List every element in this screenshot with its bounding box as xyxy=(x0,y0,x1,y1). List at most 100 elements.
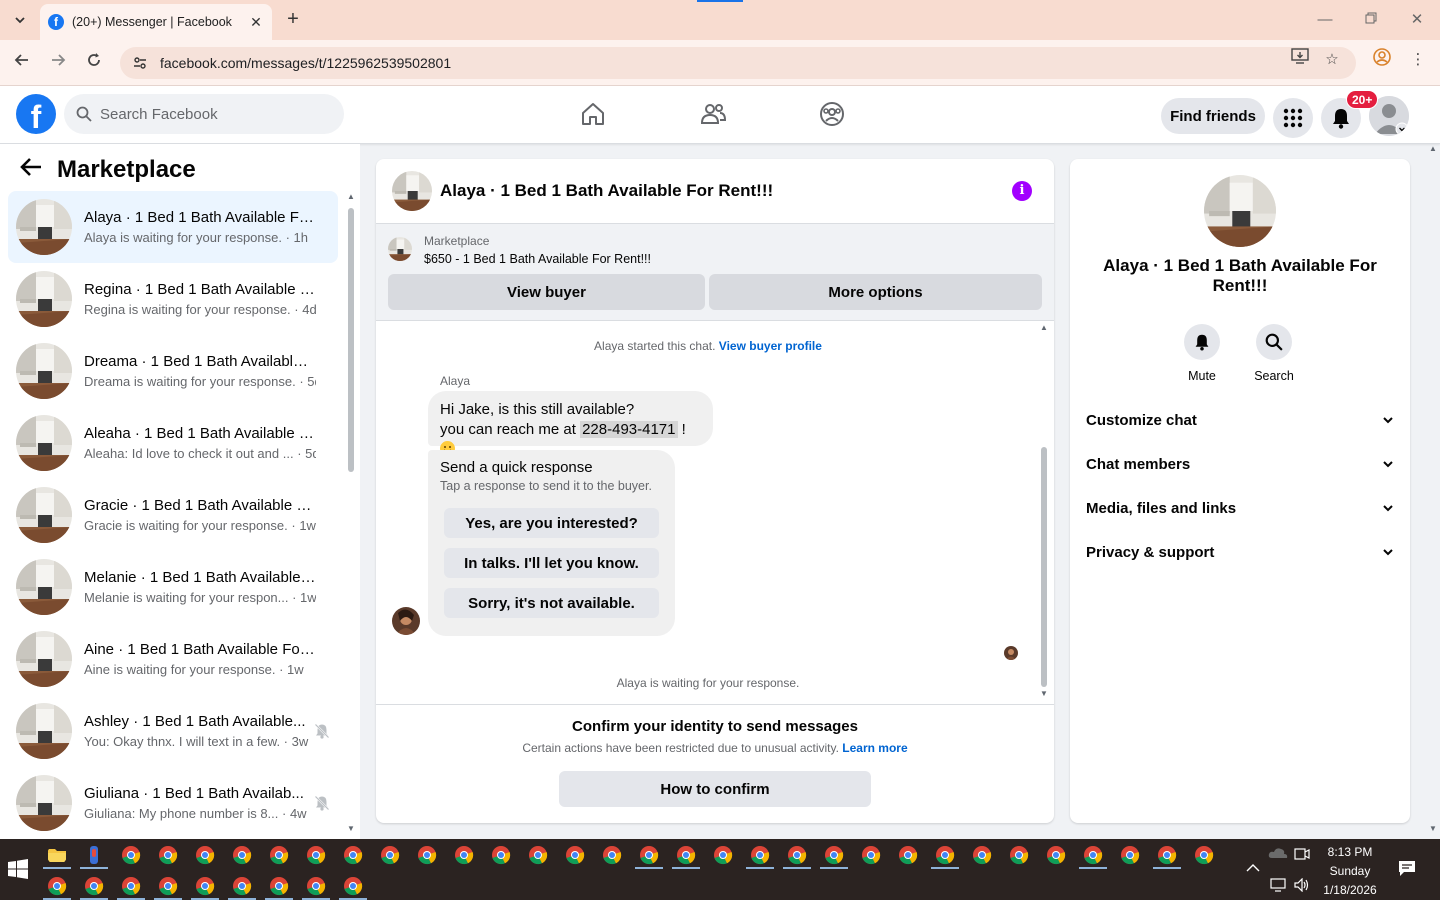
restore-window-icon[interactable] xyxy=(1359,8,1383,32)
chrome-icon[interactable] xyxy=(454,845,474,865)
chrome-icon[interactable] xyxy=(491,845,511,865)
app-mic-icon[interactable] xyxy=(84,845,104,865)
chrome-icon[interactable] xyxy=(972,845,992,865)
sender-avatar[interactable] xyxy=(392,607,420,635)
chrome-icon[interactable] xyxy=(158,876,178,896)
chat-scroll-up-arrow[interactable]: ▲ xyxy=(1039,323,1049,332)
scroll-down-arrow[interactable]: ▼ xyxy=(346,824,356,833)
media-files-links-section[interactable]: Media, files and links xyxy=(1086,490,1394,526)
scroll-up-arrow[interactable]: ▲ xyxy=(346,192,356,201)
chrome-icon[interactable] xyxy=(232,845,252,865)
browser-menu-icon[interactable]: ⋮ xyxy=(1406,48,1430,72)
chrome-icon[interactable] xyxy=(824,845,844,865)
menu-grid-button[interactable] xyxy=(1273,98,1313,138)
chrome-icon[interactable] xyxy=(269,845,289,865)
profile-icon[interactable] xyxy=(1370,48,1394,72)
show-hidden-icons-chevron-icon[interactable] xyxy=(1246,863,1260,873)
mute-action[interactable]: Mute xyxy=(1167,324,1237,383)
chrome-icon[interactable] xyxy=(713,845,733,865)
view-buyer-profile-link[interactable]: View buyer profile xyxy=(719,339,822,353)
windows-start-icon[interactable] xyxy=(8,859,28,879)
incoming-message-bubble[interactable]: Hi Jake, is this still available? you ca… xyxy=(428,391,713,456)
conversation-item[interactable]: Alaya · 1 Bed 1 Bath Available Fo... Alay… xyxy=(8,191,338,263)
file-explorer-icon[interactable] xyxy=(47,845,67,865)
page-scroll-up-arrow[interactable]: ▲ xyxy=(1429,144,1437,153)
chrome-icon[interactable] xyxy=(121,845,141,865)
page-scrollbar[interactable]: ▲ ▼ xyxy=(1428,144,1440,839)
chrome-icon[interactable] xyxy=(1120,845,1140,865)
chrome-icon[interactable] xyxy=(787,845,807,865)
chrome-icon[interactable] xyxy=(158,845,178,865)
scrollbar-thumb[interactable] xyxy=(348,208,354,472)
back-icon[interactable] xyxy=(10,51,34,75)
chrome-icon[interactable] xyxy=(269,876,289,896)
conversation-item[interactable]: Regina · 1 Bed 1 Bath Available F... Regi… xyxy=(8,263,338,335)
groups-icon[interactable] xyxy=(818,100,846,128)
facebook-logo-icon[interactable]: f xyxy=(16,94,56,134)
quick-reply-not-available-button[interactable]: Sorry, it's not available. xyxy=(444,588,659,618)
onedrive-cloud-icon[interactable] xyxy=(1268,847,1288,859)
chrome-icon[interactable] xyxy=(639,845,659,865)
forward-icon[interactable] xyxy=(46,51,70,75)
notification-center-icon[interactable] xyxy=(1398,860,1416,877)
conversation-item[interactable]: Gracie · 1 Bed 1 Bath Available F... Grac… xyxy=(8,479,338,551)
view-buyer-button[interactable]: View buyer xyxy=(388,274,705,310)
listing-title[interactable]: $650 - 1 Bed 1 Bath Available For Rent!!… xyxy=(424,252,651,266)
privacy-support-section[interactable]: Privacy & support xyxy=(1086,534,1394,570)
chrome-icon[interactable] xyxy=(935,845,955,865)
chrome-icon[interactable] xyxy=(1009,845,1029,865)
conversation-item[interactable]: Aine · 1 Bed 1 Bath Available For ... Ain… xyxy=(8,623,338,695)
chat-title[interactable]: Alaya · 1 Bed 1 Bath Available For Rent!… xyxy=(440,181,773,201)
chrome-icon[interactable] xyxy=(417,845,437,865)
chat-members-section[interactable]: Chat members xyxy=(1086,446,1394,482)
chrome-icon[interactable] xyxy=(195,845,215,865)
chat-scroll-down-arrow[interactable]: ▼ xyxy=(1039,689,1049,698)
browser-tab-active[interactable]: f (20+) Messenger | Facebook ✕ xyxy=(40,4,272,40)
sidebar-scrollbar[interactable]: ▲ ▼ xyxy=(346,192,356,833)
info-icon[interactable]: i xyxy=(1012,181,1032,201)
home-icon[interactable] xyxy=(579,100,607,128)
chrome-icon[interactable] xyxy=(343,845,363,865)
chrome-icon[interactable] xyxy=(898,845,918,865)
listing-thumbnail[interactable] xyxy=(388,237,412,261)
chrome-icon[interactable] xyxy=(676,845,696,865)
chrome-icon[interactable] xyxy=(121,876,141,896)
chrome-icon[interactable] xyxy=(602,845,622,865)
chrome-icon[interactable] xyxy=(1046,845,1066,865)
friends-icon[interactable] xyxy=(699,100,727,128)
chrome-icon[interactable] xyxy=(47,876,67,896)
how-to-confirm-button[interactable]: How to confirm xyxy=(559,771,871,807)
chrome-icon[interactable] xyxy=(232,876,252,896)
conversation-item[interactable]: Ashley · 1 Bed 1 Bath Available... You: O… xyxy=(8,695,338,767)
chrome-icon[interactable] xyxy=(1194,845,1214,865)
customize-chat-section[interactable]: Customize chat xyxy=(1086,402,1394,438)
reload-icon[interactable] xyxy=(82,51,106,75)
chrome-icon[interactable] xyxy=(1157,845,1177,865)
chrome-icon[interactable] xyxy=(565,845,585,865)
conversation-item[interactable]: Aleaha · 1 Bed 1 Bath Available F... Alea… xyxy=(8,407,338,479)
chrome-icon[interactable] xyxy=(1083,845,1103,865)
page-scroll-down-arrow[interactable]: ▼ xyxy=(1429,824,1437,833)
tab-search-icon[interactable] xyxy=(8,8,32,32)
search-action[interactable]: Search xyxy=(1239,324,1309,383)
find-friends-button[interactable]: Find friends xyxy=(1161,98,1265,134)
new-tab-icon[interactable]: + xyxy=(282,8,304,30)
chrome-icon[interactable] xyxy=(861,845,881,865)
chat-listing-thumbnail[interactable] xyxy=(392,171,432,211)
chrome-icon[interactable] xyxy=(528,845,548,865)
close-tab-icon[interactable]: ✕ xyxy=(248,14,264,31)
conversation-item[interactable]: Dreama · 1 Bed 1 Bath Available ... Dream… xyxy=(8,335,338,407)
phone-number[interactable]: 228-493-4171 xyxy=(580,421,678,438)
install-app-icon[interactable] xyxy=(1288,48,1312,72)
address-bar[interactable]: facebook.com/messages/t/1225962539502801 xyxy=(120,47,1356,79)
close-window-icon[interactable]: ✕ xyxy=(1405,8,1429,32)
more-options-button[interactable]: More options xyxy=(709,274,1042,310)
system-clock[interactable]: 8:13 PM Sunday 1/18/2026 xyxy=(1305,843,1395,900)
quick-reply-in-talks-button[interactable]: In talks. I'll let you know. xyxy=(444,548,659,578)
learn-more-link[interactable]: Learn more xyxy=(842,741,907,755)
chat-scrollbar-thumb[interactable] xyxy=(1041,447,1047,687)
minimize-window-icon[interactable]: — xyxy=(1313,8,1337,32)
conversation-item[interactable]: Giuliana · 1 Bed 1 Bath Availab... Giulia… xyxy=(8,767,338,839)
network-icon[interactable] xyxy=(1270,878,1288,892)
mute-button[interactable] xyxy=(1184,324,1220,360)
